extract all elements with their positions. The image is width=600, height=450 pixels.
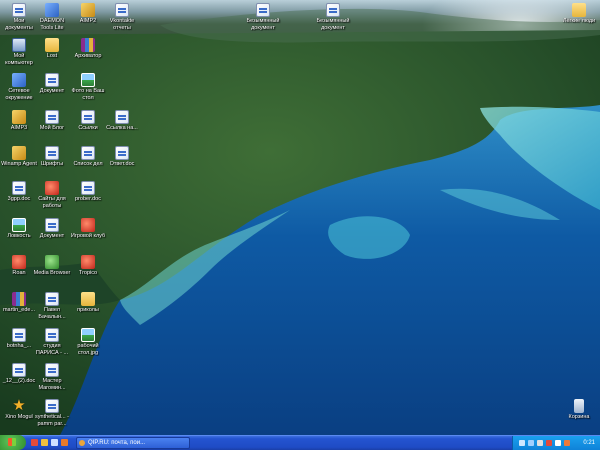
desktop-icon-photo[interactable]: Фото на Ваш стол	[69, 73, 107, 101]
clock[interactable]: 0:21	[583, 439, 595, 447]
document-icon	[45, 399, 59, 413]
quicklaunch-browser-icon[interactable]	[31, 439, 38, 446]
qip-icon	[79, 440, 85, 446]
document-icon	[81, 146, 95, 160]
document-icon	[45, 73, 59, 87]
document-icon	[12, 363, 26, 377]
red-app-icon	[81, 218, 95, 232]
desktop-icon-document-2[interactable]: Безымянный документ	[314, 3, 352, 31]
document-icon	[81, 181, 95, 195]
desktop-icon-document-1[interactable]: Безымянный документ	[244, 3, 282, 31]
desktop-icon-aimp2[interactable]: AIMP2	[69, 3, 107, 25]
tray-app-icon[interactable]	[564, 440, 570, 446]
tray-network-icon[interactable]	[519, 440, 525, 446]
desktop-icon-recycle-bin[interactable]: Корзина	[560, 399, 598, 421]
tray-security-icon[interactable]	[546, 440, 552, 446]
aimp-icon	[12, 110, 26, 124]
desktop-icon-master[interactable]: Мастер Магомин...	[33, 363, 71, 391]
document-icon	[45, 218, 59, 232]
document-icon	[45, 363, 59, 377]
system-tray: 0:21	[512, 436, 600, 450]
document-icon	[256, 3, 270, 17]
image-icon	[12, 218, 26, 232]
folder-icon	[572, 3, 586, 17]
green-app-icon	[45, 255, 59, 269]
desktop-icon-folder-right[interactable]: Лёгкие люди	[560, 3, 598, 25]
desktop-icon-tropico[interactable]: Tropico	[69, 255, 107, 277]
red-app-icon	[81, 255, 95, 269]
document-icon	[12, 328, 26, 342]
red-app-icon	[45, 181, 59, 195]
desktop-icon-daemon-tools[interactable]: DAEMON Tools Lite	[33, 3, 71, 31]
quicklaunch-media-icon[interactable]	[41, 439, 48, 446]
desktop-icon-document-4[interactable]: Документ	[33, 218, 71, 240]
taskbar-item-label: QIP.RU: почта, пои...	[88, 440, 146, 446]
my-computer-icon	[12, 38, 26, 52]
quicklaunch-app-icon[interactable]	[61, 439, 68, 446]
desktop-icon-studio[interactable]: студия ПАРИСА - ...	[33, 328, 71, 356]
desktop-icon-media-browser[interactable]: Media Browser	[33, 255, 71, 277]
desktop-icon-document-3[interactable]: Документ	[33, 73, 71, 95]
desktop[interactable]: Мои документы DAEMON Tools Lite AIMP2 Vk…	[0, 0, 600, 435]
folder-icon	[45, 38, 59, 52]
desktop-icon-link-to[interactable]: Ссылка на...	[103, 110, 141, 132]
aimp-icon	[81, 3, 95, 17]
network-icon	[12, 73, 26, 87]
document-icon	[45, 292, 59, 306]
quicklaunch-desktop-icon[interactable]	[51, 439, 58, 446]
start-button[interactable]	[0, 435, 26, 450]
archive-icon	[81, 38, 95, 52]
daemon-tools-icon	[45, 3, 59, 17]
taskbar-item-qip[interactable]: QIP.RU: почта, пои...	[76, 437, 190, 449]
media-icon	[12, 146, 26, 160]
folder-icon	[81, 292, 95, 306]
archive-icon	[12, 292, 26, 306]
document-icon	[81, 110, 95, 124]
document-icon	[115, 3, 129, 17]
document-icon	[12, 181, 26, 195]
desktop-icon-wallpaper-jpg[interactable]: рабочий стол.jpg	[69, 328, 107, 356]
desktop-icon-vkontakte[interactable]: Vkontakte отчеты	[103, 3, 141, 31]
desktop-icon-blog[interactable]: Мой Блог	[33, 110, 71, 132]
tray-sync-icon[interactable]	[528, 440, 534, 446]
tray-language-icon[interactable]	[555, 440, 561, 446]
document-icon	[115, 110, 129, 124]
red-app-icon	[12, 255, 26, 269]
my-documents-icon	[12, 3, 26, 17]
document-icon	[45, 146, 59, 160]
desktop-icon-todo[interactable]: Список дел	[69, 146, 107, 168]
desktop-icon-links[interactable]: Ссылки	[69, 110, 107, 132]
star-app-icon: ★	[12, 397, 26, 414]
recycle-bin-icon	[574, 399, 584, 413]
image-icon	[81, 73, 95, 87]
desktop-icon-fonts[interactable]: Шрифты	[33, 146, 71, 168]
desktop-icon-lost[interactable]: Lost	[33, 38, 71, 60]
desktop-icon-sites[interactable]: Сайты для работы	[33, 181, 71, 209]
windows-logo-icon	[8, 438, 16, 446]
document-icon	[45, 328, 59, 342]
desktop-icon-archiver[interactable]: Архиватор	[69, 38, 107, 60]
taskbar: QIP.RU: почта, пои... 0:21	[0, 435, 600, 450]
document-icon	[45, 110, 59, 124]
desktop-icon-answer[interactable]: Ответ.doc	[103, 146, 141, 168]
desktop-icon-synthetical[interactable]: synthetical... - pamm par...	[33, 399, 71, 427]
desktop-icon-game-club[interactable]: Игровой клуб	[69, 218, 107, 240]
document-icon	[115, 146, 129, 160]
document-icon	[326, 3, 340, 17]
desktop-icon-jokes-folder[interactable]: приколы	[69, 292, 107, 314]
desktop-icon-pavel[interactable]: Павел Бачалын...	[33, 292, 71, 320]
desktop-icon-prober[interactable]: prober.doc	[69, 181, 107, 203]
image-icon	[81, 328, 95, 342]
tray-volume-icon[interactable]	[537, 440, 543, 446]
